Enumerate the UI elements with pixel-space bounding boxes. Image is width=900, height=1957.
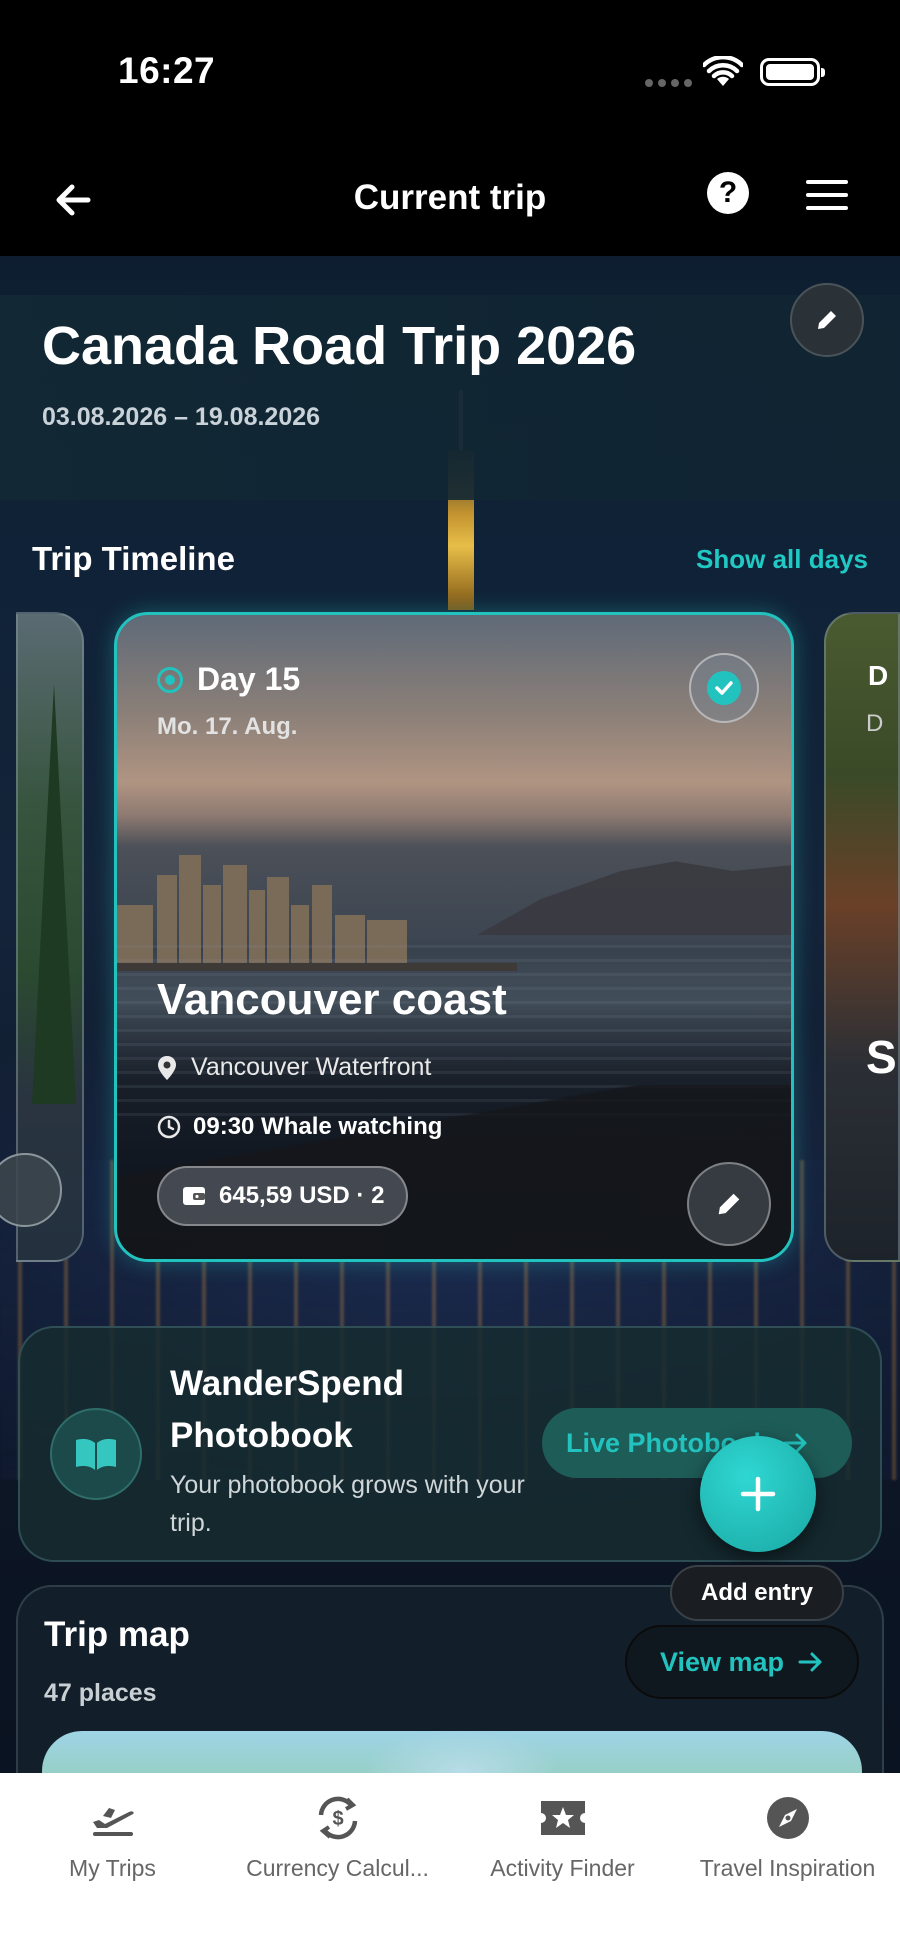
- activity-text: 09:30 Whale watching: [193, 1113, 443, 1140]
- top-navigation: Current trip ?: [0, 150, 900, 256]
- battery-icon: [760, 58, 825, 86]
- clock-icon: [157, 1115, 181, 1139]
- plus-icon: [740, 1476, 776, 1512]
- tab-label: Activity Finder: [490, 1855, 635, 1881]
- next-day-date-peek: D: [866, 710, 884, 737]
- next-day-label-peek: D: [868, 660, 889, 691]
- cost-text: 645,59 USD · 2: [219, 1182, 385, 1209]
- day-complete-toggle[interactable]: [689, 653, 759, 723]
- ticket-star-icon: [538, 1793, 588, 1843]
- tab-label: Travel Inspiration: [699, 1855, 876, 1881]
- status-time: 16:27: [118, 50, 216, 91]
- show-all-days-link[interactable]: Show all days: [696, 544, 868, 575]
- trip-dates: 03.08.2026 – 19.08.2026: [42, 403, 321, 431]
- photobook-title: WanderSpend Photobook: [170, 1364, 404, 1455]
- tab-label: My Trips: [69, 1855, 156, 1881]
- pencil-icon: [718, 1193, 740, 1215]
- tree-image: [32, 684, 76, 1104]
- add-entry-label: Add entry: [670, 1565, 844, 1621]
- checkmark-icon: [707, 671, 741, 705]
- current-day-card[interactable]: Day 15 Mo. 17. Aug. Vancouver coast Vanc…: [114, 612, 794, 1262]
- add-entry-button[interactable]: [700, 1436, 816, 1552]
- next-day-title-peek: S: [866, 1031, 897, 1083]
- tab-my-trips[interactable]: My Trips: [0, 1773, 225, 1903]
- edit-day-button[interactable]: [687, 1162, 771, 1246]
- tab-travel-inspiration[interactable]: Travel Inspiration: [675, 1773, 900, 1903]
- day-date: Mo. 17. Aug.: [157, 713, 298, 740]
- day-activity: 09:30 Whale watching: [157, 1113, 442, 1141]
- location-pin-icon: [158, 1055, 176, 1080]
- cellular-signal-icon: [645, 79, 692, 87]
- day-number: Day 15: [197, 661, 301, 697]
- airplane-departure-icon: [88, 1793, 138, 1843]
- next-day-card[interactable]: [824, 612, 900, 1262]
- status-bar: 16:27: [0, 0, 900, 150]
- wifi-icon: [703, 56, 743, 86]
- arrow-right-icon: [798, 1652, 822, 1672]
- open-book-icon: [50, 1408, 142, 1500]
- tab-activity-finder[interactable]: Activity Finder: [450, 1773, 675, 1903]
- trip-title: Canada Road Trip 2026: [42, 316, 637, 376]
- hamburger-menu-icon[interactable]: [806, 180, 848, 212]
- view-map-label: View map: [659, 1646, 785, 1677]
- help-icon[interactable]: ?: [707, 172, 749, 214]
- edit-trip-button[interactable]: [790, 283, 864, 357]
- view-map-button[interactable]: View map: [625, 1625, 859, 1699]
- tab-currency-calculator[interactable]: $ Currency Calcul...: [225, 1773, 450, 1903]
- wallet-icon: [183, 1187, 205, 1205]
- trip-map-title: Trip map: [44, 1615, 190, 1654]
- page-title: Current trip: [353, 178, 547, 217]
- tab-label: Currency Calcul...: [246, 1855, 429, 1881]
- pencil-icon: [818, 311, 836, 329]
- photobook-subtitle: Your photobook grows with your trip.: [170, 1471, 525, 1537]
- currency-exchange-icon: $: [313, 1793, 363, 1843]
- day-title: Vancouver coast: [157, 975, 507, 1024]
- trip-map-place-count: 47 places: [44, 1679, 157, 1707]
- svg-text:$: $: [332, 1808, 343, 1830]
- compass-icon: [763, 1793, 813, 1843]
- day-location: Vancouver Waterfront: [157, 1053, 431, 1082]
- bottom-tab-bar: My Trips $ Currency Calcul... Activity F…: [0, 1773, 900, 1957]
- location-text: Vancouver Waterfront: [191, 1053, 432, 1081]
- trip-header: Canada Road Trip 2026 03.08.2026 – 19.08…: [0, 295, 900, 500]
- current-day-indicator-icon: [157, 667, 183, 693]
- timeline-heading: Trip Timeline: [32, 540, 235, 577]
- day-cost-badge[interactable]: 645,59 USD · 2: [157, 1166, 409, 1226]
